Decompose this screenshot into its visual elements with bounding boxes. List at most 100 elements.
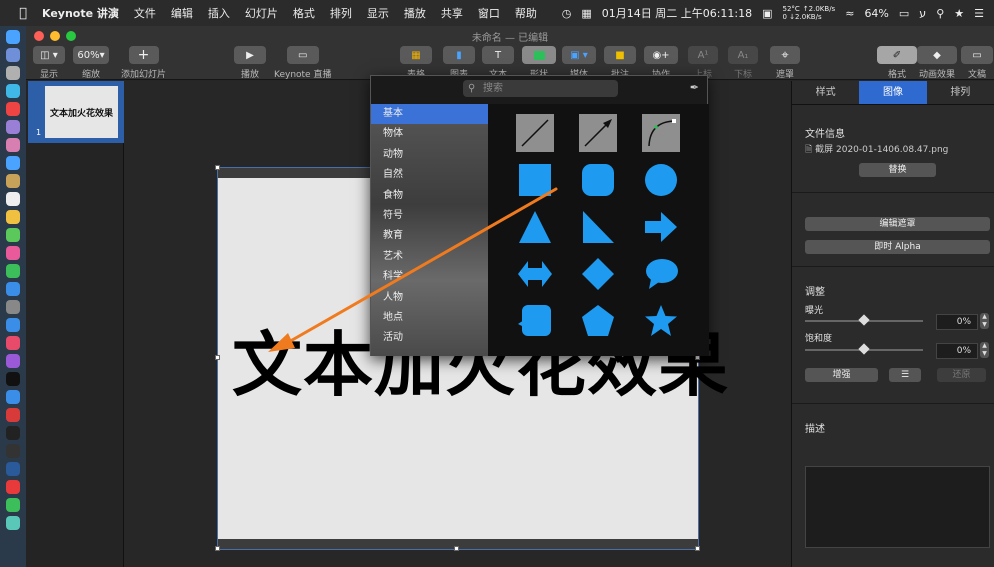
- activity-icon[interactable]: [6, 444, 20, 458]
- keynote-icon[interactable]: [6, 318, 20, 332]
- instant-alpha-button[interactable]: 即时 Alpha: [805, 240, 990, 254]
- add-slide-tool[interactable]: + 添加幻灯片: [121, 46, 166, 80]
- right-triangle-shape[interactable]: [579, 208, 617, 246]
- edit-mask-button[interactable]: 编辑遮罩: [805, 217, 990, 231]
- app-icon-4[interactable]: [6, 156, 20, 170]
- wechat-icon[interactable]: [6, 498, 20, 512]
- pentagon-shape[interactable]: [579, 302, 617, 340]
- callout-square-shape[interactable]: [516, 302, 554, 340]
- table-button[interactable]: ▦: [400, 46, 432, 64]
- resize-handle-bottom[interactable]: [454, 546, 459, 551]
- diamond-shape[interactable]: [579, 255, 617, 293]
- saturation-field[interactable]: 0%: [936, 343, 978, 359]
- terminal-icon[interactable]: [6, 426, 20, 440]
- keynote-live-button[interactable]: ▭: [286, 46, 319, 64]
- shape-search-input[interactable]: ⚲ 搜索: [463, 80, 618, 97]
- music-icon[interactable]: [6, 336, 20, 350]
- menu-format[interactable]: 格式: [293, 5, 315, 21]
- levels-button[interactable]: ☰: [889, 368, 921, 382]
- animate-button[interactable]: ◆: [917, 46, 957, 64]
- category-science[interactable]: 科学: [371, 267, 488, 287]
- net-monitor[interactable]: 52°C ↑2.0KB/s 0 ↓2.0KB/s: [783, 5, 836, 21]
- slide-thumbnail-1[interactable]: 文本加火花效果 1: [28, 81, 124, 143]
- app-icon-2[interactable]: [6, 120, 20, 134]
- resize-handle-bottom-left[interactable]: [215, 546, 220, 551]
- text-button[interactable]: T: [482, 46, 514, 64]
- notes-icon[interactable]: [6, 210, 20, 224]
- reset-button[interactable]: 还原: [937, 368, 986, 382]
- photos-icon[interactable]: [6, 246, 20, 260]
- star-icon[interactable]: ★: [954, 7, 964, 20]
- status-app-icon[interactable]: ▣: [762, 7, 772, 20]
- category-education[interactable]: 教育: [371, 226, 488, 246]
- tab-arrange[interactable]: 排列: [927, 81, 994, 104]
- appstore-icon[interactable]: [6, 390, 20, 404]
- add-slide-button[interactable]: +: [128, 46, 159, 64]
- square-shape[interactable]: [516, 161, 554, 199]
- zoom-tool[interactable]: 60% ▾ 缩放: [73, 46, 109, 80]
- menu-arrange[interactable]: 排列: [330, 5, 352, 21]
- saturation-stepper[interactable]: ▲ ▼: [980, 342, 989, 358]
- speech-bubble-shape[interactable]: [642, 255, 680, 293]
- keynote-live-tool[interactable]: ▭ Keynote 直播: [274, 46, 331, 80]
- subscript-tool[interactable]: A₁ 下标: [728, 46, 758, 80]
- animate-tool[interactable]: ◆ 动画效果: [917, 46, 957, 80]
- play-button[interactable]: ▶: [234, 46, 266, 64]
- star-shape[interactable]: [642, 302, 680, 340]
- menu-view[interactable]: 显示: [367, 5, 389, 21]
- document-tool[interactable]: ▭ 文稿: [961, 46, 993, 80]
- app-icon-7[interactable]: [6, 516, 20, 530]
- menu-datetime[interactable]: 01月14日 周二 上午06:11:18: [602, 5, 752, 21]
- rounded-square-shape[interactable]: [579, 161, 617, 199]
- curve-shape[interactable]: [642, 114, 680, 152]
- safari-icon[interactable]: [6, 66, 20, 80]
- superscript-button[interactable]: A¹: [688, 46, 718, 64]
- tab-style[interactable]: 样式: [792, 81, 859, 104]
- category-basic[interactable]: 基本: [371, 104, 488, 125]
- calendar-icon[interactable]: ▦: [581, 7, 591, 20]
- resize-handle-top-left[interactable]: [215, 165, 220, 170]
- launchpad-icon[interactable]: [6, 48, 20, 62]
- menu-play[interactable]: 播放: [404, 5, 426, 21]
- menu-share[interactable]: 共享: [441, 5, 463, 21]
- category-nature[interactable]: 自然: [371, 165, 488, 185]
- tab-image[interactable]: 图像: [859, 81, 927, 104]
- category-animals[interactable]: 动物: [371, 145, 488, 165]
- app-icon-1[interactable]: [6, 84, 20, 98]
- menu-window[interactable]: 窗口: [478, 5, 500, 21]
- app-icon-6[interactable]: [6, 300, 20, 314]
- vivaldi-icon[interactable]: [6, 408, 20, 422]
- menu-app-name[interactable]: Keynote 讲演: [42, 5, 119, 21]
- category-places[interactable]: 地点: [371, 308, 488, 328]
- arrow-line-shape[interactable]: [579, 114, 617, 152]
- view-tool[interactable]: ◫ ▾ 显示: [33, 46, 65, 80]
- double-arrow-shape[interactable]: [516, 255, 554, 293]
- battery-icon[interactable]: ▭: [899, 7, 909, 20]
- resize-handle-left[interactable]: [215, 355, 220, 360]
- saturation-slider-knob[interactable]: [858, 343, 870, 355]
- comment-button[interactable]: ■: [604, 46, 636, 64]
- search-icon[interactable]: ⚲: [936, 7, 944, 20]
- category-people[interactable]: 人物: [371, 288, 488, 308]
- play-tool[interactable]: ▶ 播放: [234, 46, 266, 80]
- shape-button[interactable]: [522, 46, 556, 64]
- finder-icon[interactable]: [6, 30, 20, 44]
- control-center-icon[interactable]: ☰: [974, 7, 984, 20]
- triangle-shape[interactable]: [516, 208, 554, 246]
- yandex-icon[interactable]: [6, 480, 20, 494]
- menu-insert[interactable]: 插入: [208, 5, 230, 21]
- exposure-slider-knob[interactable]: [858, 314, 870, 326]
- calendar-dock-icon[interactable]: [6, 192, 20, 206]
- menu-help[interactable]: 帮助: [515, 5, 537, 21]
- category-symbols[interactable]: 符号: [371, 206, 488, 226]
- line-shape[interactable]: [516, 114, 554, 152]
- menu-file[interactable]: 文件: [134, 5, 156, 21]
- battery-percent[interactable]: 64%: [864, 7, 888, 20]
- category-activities[interactable]: 活动: [371, 328, 488, 348]
- view-button[interactable]: ◫ ▾: [33, 46, 65, 64]
- resize-handle-bottom-right[interactable]: [695, 546, 700, 551]
- menu-slide[interactable]: 幻灯片: [245, 5, 278, 21]
- format-tool[interactable]: ✐ 格式: [877, 46, 917, 80]
- messages-icon[interactable]: [6, 264, 20, 278]
- category-arts[interactable]: 艺术: [371, 247, 488, 267]
